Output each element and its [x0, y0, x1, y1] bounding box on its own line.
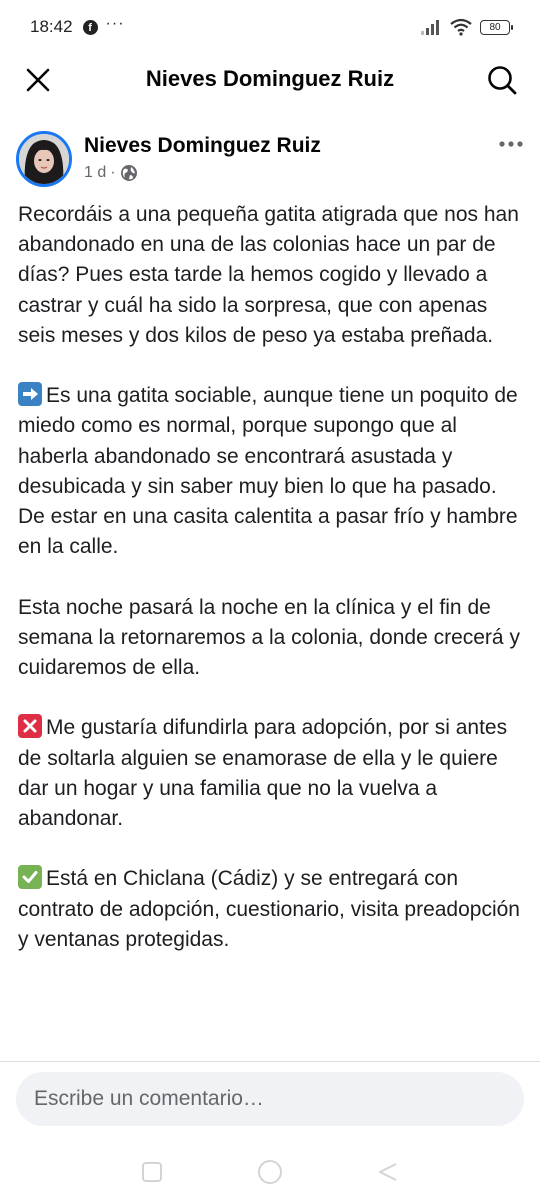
post-meta: 1 d ·	[84, 164, 138, 182]
post-text: Recordáis a una pequeña gatita atigrada …	[18, 200, 528, 1058]
home-icon	[258, 1160, 282, 1184]
paragraph-text: Recordáis a una pequeña gatita atigrada …	[18, 203, 519, 347]
arrow-right-emoji	[18, 382, 42, 407]
app-header: Nieves Dominguez Ruiz	[0, 54, 540, 104]
cross-mark-emoji	[18, 714, 42, 739]
battery-level: 80	[489, 21, 501, 33]
post-paragraph: Está en Chiclana (Cádiz) y se entregará …	[18, 864, 528, 955]
recent-apps-button[interactable]	[138, 1158, 166, 1186]
recent-apps-icon	[142, 1162, 162, 1182]
status-icons: 80	[420, 18, 513, 36]
post-paragraph: Me gustaría difundirla para adopción, po…	[18, 713, 528, 834]
status-bar: 18:42 f ··· 80	[0, 0, 540, 54]
footer-divider	[0, 1061, 540, 1062]
comment-placeholder: Escribe un comentario…	[34, 1087, 264, 1110]
more-options-button[interactable]	[496, 132, 526, 156]
close-icon	[26, 68, 50, 92]
post-header: Nieves Dominguez Ruiz 1 d ·	[0, 126, 540, 196]
post-paragraph: Es una gatita sociable, aunque tiene un …	[18, 381, 528, 562]
page-title: Nieves Dominguez Ruiz	[145, 66, 395, 91]
more-options-icon	[499, 141, 523, 147]
paragraph-text: Me gustaría difundirla para adopción, po…	[18, 716, 508, 831]
status-time: 18:42	[30, 17, 73, 36]
search-icon	[488, 66, 517, 95]
search-button[interactable]	[482, 60, 522, 100]
close-button[interactable]	[18, 60, 58, 100]
system-nav-bar	[0, 1150, 540, 1190]
home-button[interactable]	[256, 1158, 284, 1186]
comment-input[interactable]: Escribe un comentario…	[16, 1072, 524, 1126]
author-name[interactable]: Nieves Dominguez Ruiz	[84, 134, 321, 158]
post-time[interactable]: 1 d	[84, 164, 106, 182]
globe-icon	[120, 165, 137, 181]
avatar[interactable]	[16, 131, 72, 187]
wifi-icon	[450, 18, 472, 36]
more-notifications-icon: ···	[105, 15, 125, 32]
signal-icon	[421, 20, 439, 35]
profile-photo	[19, 134, 69, 184]
paragraph-text: Está en Chiclana (Cádiz) y se entregará …	[18, 867, 520, 951]
paragraph-text: Esta noche pasará la noche en la clínica…	[18, 595, 520, 680]
facebook-icon: f	[82, 19, 98, 35]
battery-icon: 80	[480, 19, 513, 35]
back-button[interactable]	[374, 1158, 402, 1186]
back-icon	[379, 1163, 397, 1181]
check-mark-emoji	[18, 865, 42, 890]
post-paragraph: Esta noche pasará la noche en la clínica…	[18, 593, 528, 684]
post-paragraph: Recordáis a una pequeña gatita atigrada …	[18, 200, 528, 351]
meta-separator: ·	[110, 164, 116, 181]
paragraph-text: Es una gatita sociable, aunque tiene un …	[18, 384, 518, 559]
